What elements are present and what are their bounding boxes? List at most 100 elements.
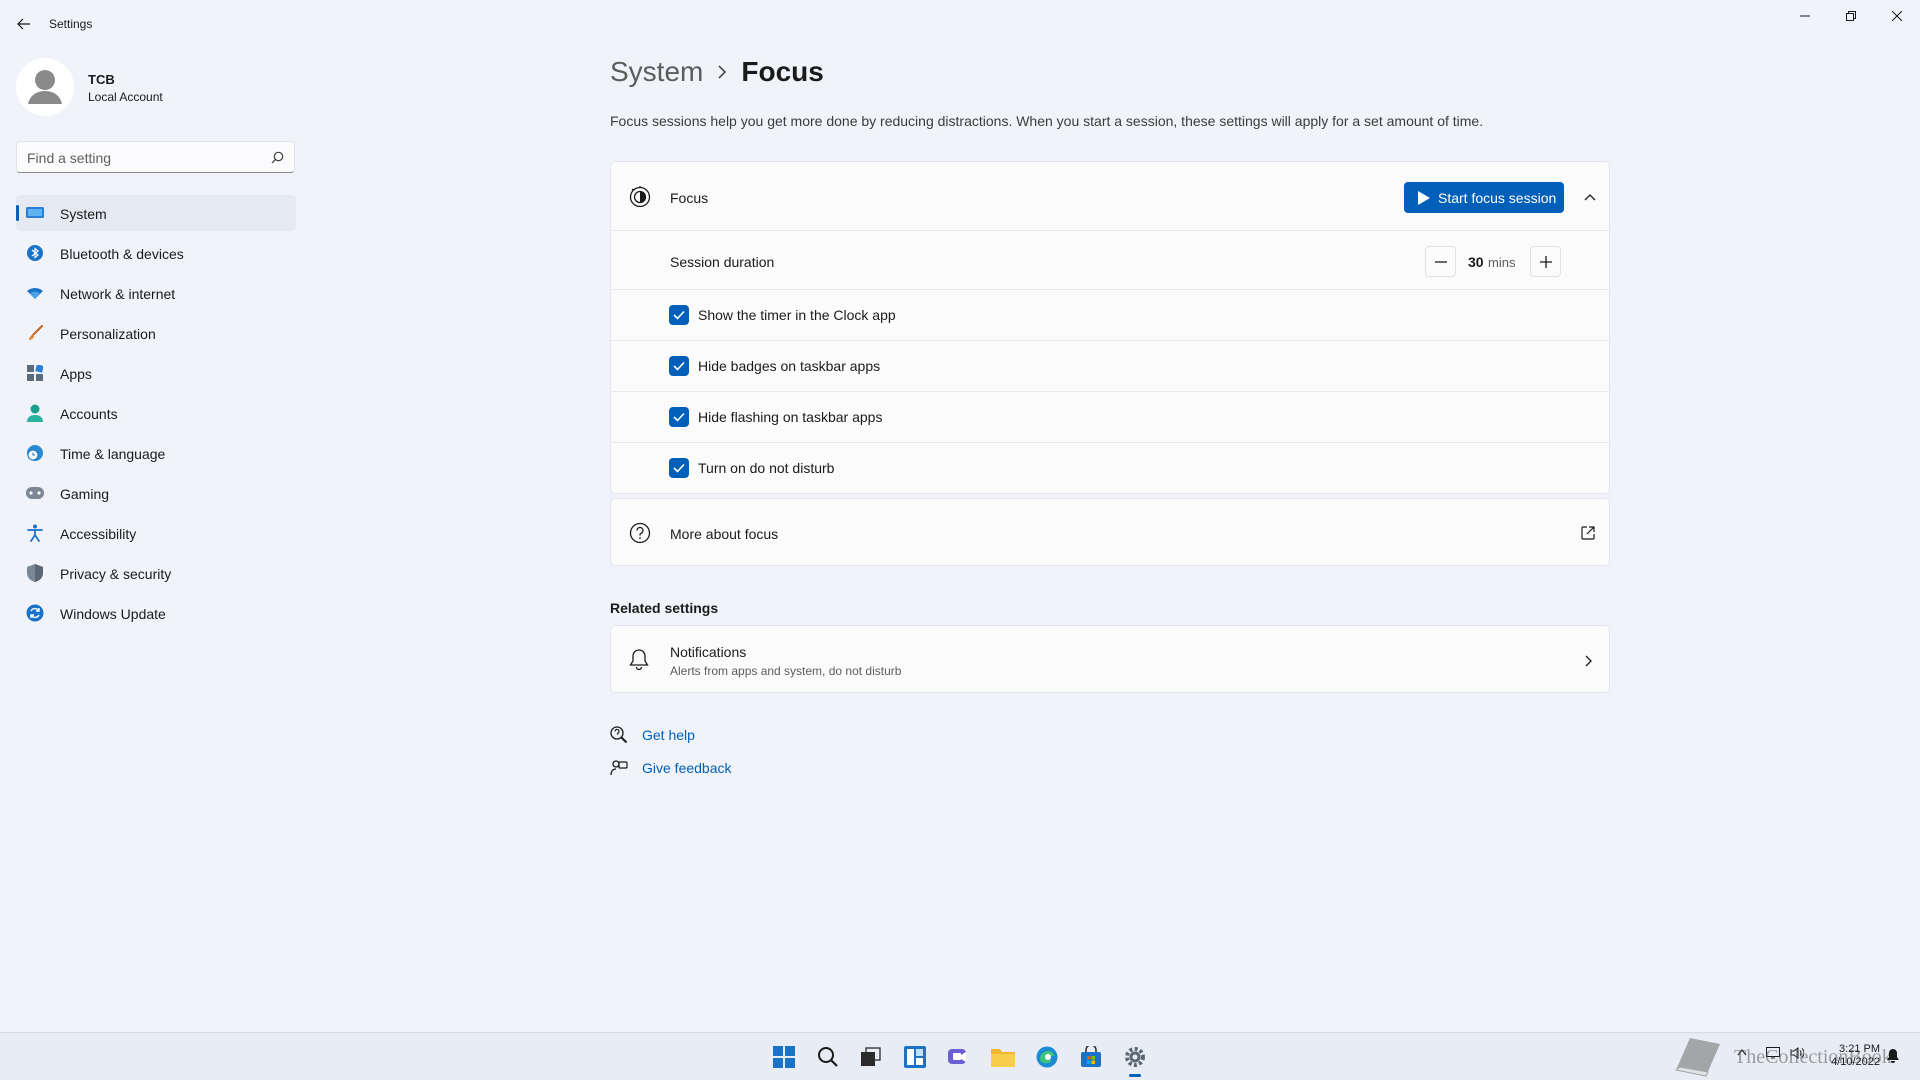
collapse-button[interactable] [1579,186,1601,208]
widgets-icon[interactable] [899,1041,931,1073]
back-button[interactable] [10,12,38,36]
sidebar-item-accounts[interactable]: Accounts [16,395,296,431]
task-view-icon[interactable] [855,1041,887,1073]
do-not-disturb-label[interactable]: Turn on do not disturb [698,460,834,476]
sidebar-item-accessibility[interactable]: Accessibility [16,515,296,551]
bell-icon [629,649,649,676]
breadcrumb-parent[interactable]: System [610,56,703,88]
focus-card: Focus Start focus session Session durati… [610,161,1610,494]
more-about-focus-label: More about focus [670,526,779,542]
wifi-icon [26,284,44,302]
sidebar-item-label: Accounts [60,406,118,422]
give-feedback-label: Give feedback [642,760,732,776]
get-help-icon [610,726,628,744]
search-input[interactable] [27,148,257,168]
file-explorer-icon[interactable] [987,1041,1019,1073]
sidebar-item-windows-update[interactable]: Windows Update [16,595,296,631]
start-focus-session-label: Start focus session [1438,189,1557,206]
hide-badges-label[interactable]: Hide badges on taskbar apps [698,358,880,374]
divider [611,391,1609,392]
decrease-duration-button[interactable] [1425,246,1456,277]
hide-flashing-checkbox[interactable] [669,407,689,427]
sidebar-item-apps[interactable]: Apps [16,355,296,391]
search-icon[interactable] [271,151,284,164]
minus-icon [1434,260,1447,263]
chevron-right-icon [1585,654,1593,672]
chevron-up-icon [1584,194,1596,201]
sidebar-item-label: Windows Update [60,606,166,622]
restore-button[interactable] [1828,0,1874,32]
duration-unit: mins [1488,255,1516,270]
back-arrow-icon [17,18,30,30]
divider [611,340,1609,341]
get-help-label: Get help [642,727,695,743]
breadcrumb: System Focus [610,56,824,88]
search-box[interactable] [16,141,295,173]
book-icon [1674,1038,1720,1077]
gamepad-icon [26,484,44,502]
duration-value: 30 [1468,254,1484,270]
hide-badges-checkbox[interactable] [669,356,689,376]
minimize-icon [1800,15,1810,17]
session-duration-label: Session duration [670,254,775,270]
notifications-row[interactable]: Notifications Alerts from apps and syste… [610,625,1610,693]
sidebar-item-label: Accessibility [60,526,137,542]
help-circle-icon [629,522,651,549]
bluetooth-icon [26,244,44,262]
sidebar-item-time-language[interactable]: Time & language [16,435,296,471]
search-icon[interactable] [812,1041,844,1073]
app-title: Settings [49,17,93,31]
accessibility-icon [26,524,44,542]
taskbar [0,1032,1920,1080]
give-feedback-link[interactable]: Give feedback [610,759,732,777]
sidebar-item-system[interactable]: System [16,195,296,231]
feedback-icon [610,760,628,776]
user-profile[interactable]: TCB Local Account [16,56,296,120]
restore-icon [1846,11,1856,21]
chat-icon[interactable] [943,1041,975,1073]
increase-duration-button[interactable] [1530,246,1561,277]
checkmark-icon [673,463,685,473]
show-timer-label[interactable]: Show the timer in the Clock app [698,307,896,323]
person-avatar-icon [28,70,62,104]
sidebar-item-label: Network & internet [60,286,176,302]
sidebar-item-label: System [60,206,107,222]
get-help-link[interactable]: Get help [610,726,695,744]
minimize-button[interactable] [1782,0,1828,32]
play-icon [1418,190,1430,205]
focus-clock-icon [629,186,651,213]
show-timer-checkbox[interactable] [669,305,689,325]
profile-name: TCB [88,72,115,87]
sidebar-item-network[interactable]: Network & internet [16,275,296,311]
shield-icon [26,564,44,582]
divider [611,442,1609,443]
do-not-disturb-checkbox[interactable] [669,458,689,478]
more-about-focus-row[interactable]: More about focus [610,498,1610,566]
hide-flashing-label[interactable]: Hide flashing on taskbar apps [698,409,882,425]
sidebar-item-bluetooth[interactable]: Bluetooth & devices [16,235,296,271]
sidebar-item-label: Bluetooth & devices [60,246,184,262]
checkmark-icon [673,412,685,422]
sidebar-item-gaming[interactable]: Gaming [16,475,296,511]
system-display-icon [26,204,44,222]
settings-icon[interactable] [1119,1041,1151,1077]
title-bar: Settings [0,0,1920,48]
chevron-right-icon [717,65,727,79]
globe-clock-icon [26,444,44,462]
clock-time: 3:21 PM [1839,1043,1880,1055]
sidebar-item-label: Gaming [60,486,110,502]
clock-date: 4/10/2022 [1831,1056,1880,1068]
taskbar-clock[interactable]: 3:21 PM 4/10/2022 [1818,1043,1880,1069]
store-icon[interactable] [1075,1041,1107,1073]
brush-icon [26,324,44,342]
notifications-subtitle: Alerts from apps and system, do not dist… [670,664,902,678]
sidebar-item-privacy[interactable]: Privacy & security [16,555,296,591]
start-focus-session-button[interactable]: Start focus session [1404,182,1564,213]
notification-bell-icon[interactable] [1886,1048,1900,1069]
start-icon[interactable] [768,1041,800,1073]
edge-icon[interactable] [1031,1041,1063,1073]
sidebar-item-personalization[interactable]: Personalization [16,315,296,351]
close-button[interactable] [1874,0,1920,32]
close-icon [1892,11,1902,21]
plus-icon [1539,255,1552,268]
